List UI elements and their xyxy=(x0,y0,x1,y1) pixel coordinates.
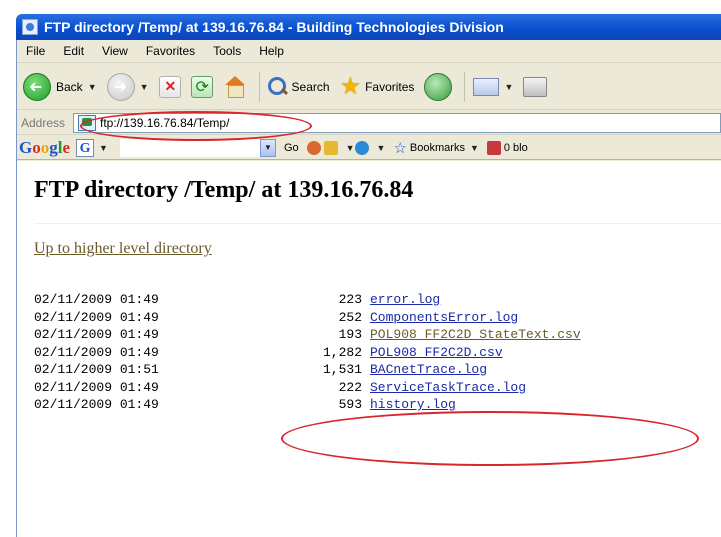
menu-bar: File Edit View Favorites Tools Help xyxy=(17,40,721,63)
popup-blocked-icon xyxy=(486,140,501,155)
back-button[interactable]: Back ▼ xyxy=(23,72,97,101)
google-bookmarks-button[interactable]: ☆ Bookmarks ▼ xyxy=(393,139,478,157)
print-icon xyxy=(523,76,548,97)
home-button[interactable] xyxy=(223,75,247,98)
spell-check-icon xyxy=(323,140,338,155)
file-date: 02/11/2009 01:49 xyxy=(34,327,159,342)
standard-toolbar: Back ▼ ▼ Search ★ Favorites xyxy=(17,64,721,110)
mail-icon xyxy=(473,77,500,96)
media-icon xyxy=(424,72,453,101)
ftp-folder-icon xyxy=(78,114,96,131)
file-size: 1,282 xyxy=(322,344,362,360)
print-button[interactable] xyxy=(523,76,548,97)
page-content: FTP directory /Temp/ at 139.16.76.84 Up … xyxy=(17,161,721,537)
file-date: 02/11/2009 01:49 xyxy=(34,397,159,412)
file-link[interactable]: ComponentsError.log xyxy=(370,309,518,327)
mail-button[interactable]: ▼ xyxy=(473,77,513,96)
window-title: FTP directory /Temp/ at 139.16.76.84 - B… xyxy=(44,19,504,35)
address-label: Address xyxy=(21,115,66,130)
menu-file[interactable]: File xyxy=(17,44,54,58)
refresh-icon xyxy=(190,75,213,98)
bookmark-star-icon: ☆ xyxy=(393,139,407,157)
back-dropdown-icon[interactable]: ▼ xyxy=(88,82,97,92)
extra-dropdown-icon[interactable]: ▼ xyxy=(346,143,355,153)
forward-button[interactable]: ▼ xyxy=(106,72,149,101)
forward-dropdown-icon[interactable]: ▼ xyxy=(140,82,149,92)
menu-favorites[interactable]: Favorites xyxy=(137,44,204,58)
file-listing: 02/11/2009 01:49 223 error.log 02/11/2009 0… xyxy=(34,291,721,414)
bookmarks-dropdown-icon: ▼ xyxy=(469,142,479,153)
media-button[interactable] xyxy=(424,72,453,101)
file-row: 02/11/2009 01:49 252 ComponentsError.log xyxy=(34,309,721,327)
file-size: 222 xyxy=(338,379,362,395)
page-title: FTP directory /Temp/ at 139.16.76.84 xyxy=(34,177,414,203)
popup-blocker-button[interactable]: 0 blo xyxy=(486,140,528,155)
menu-edit[interactable]: Edit xyxy=(54,44,93,58)
file-row: 02/11/2009 01:49 593 history.log xyxy=(34,396,721,414)
google-go-button[interactable]: Go xyxy=(284,142,299,154)
back-label: Back xyxy=(56,79,83,94)
stop-button[interactable] xyxy=(158,75,181,98)
up-directory-link[interactable]: Up to higher level directory xyxy=(34,240,212,258)
google-search-dropdown-icon[interactable]: ▼ xyxy=(259,138,276,157)
mail-dropdown-icon[interactable]: ▼ xyxy=(504,82,513,92)
toolbar-separator xyxy=(464,71,466,102)
google-toolbar: Google G ▼ ▼ Go ▼ ▼ ☆ Bookmarks ▼ 0 blo xyxy=(17,136,721,160)
file-link[interactable]: POL908_FF2C2D_StateText.csv xyxy=(370,326,581,344)
favorites-label: Favorites xyxy=(365,79,415,94)
browser-frame: File Edit View Favorites Tools Help Back… xyxy=(16,40,721,537)
search-label: Search xyxy=(291,79,330,94)
file-size: 1,531 xyxy=(322,362,362,377)
address-bar: Address ftp://139.16.76.84/Temp/ xyxy=(17,111,721,135)
file-date: 02/11/2009 01:49 xyxy=(34,379,159,395)
file-link[interactable]: history.log xyxy=(370,396,456,414)
favorites-star-icon: ★ xyxy=(339,72,362,100)
window-titlebar: FTP directory /Temp/ at 139.16.76.84 - B… xyxy=(16,14,721,40)
refresh-button[interactable] xyxy=(190,75,213,98)
file-row: 02/11/2009 01:49 193 POL908_FF2C2D_StateTe… xyxy=(34,326,721,344)
file-row: 02/11/2009 01:49 223 error.log xyxy=(34,291,721,309)
file-link[interactable]: BACnetTrace.log xyxy=(370,361,487,379)
file-link[interactable]: POL908_FF2C2D.csv xyxy=(370,344,503,362)
favorites-button[interactable]: ★ Favorites xyxy=(339,72,415,100)
menu-tools[interactable]: Tools xyxy=(204,44,250,58)
file-date: 02/11/2009 01:49 xyxy=(34,309,159,325)
pagerank-icon xyxy=(306,140,321,155)
search-icon xyxy=(267,76,288,97)
stop-icon xyxy=(158,75,181,98)
home-icon xyxy=(223,75,247,98)
ie-page-icon xyxy=(22,19,38,35)
google-logo[interactable]: Google xyxy=(17,138,70,158)
file-link[interactable]: ServiceTaskTrace.log xyxy=(370,379,526,397)
google-search-input[interactable] xyxy=(119,138,260,157)
file-size: 593 xyxy=(338,397,362,412)
back-arrow-icon xyxy=(23,72,51,101)
search-button[interactable]: Search xyxy=(267,76,330,97)
google-menu-dropdown-icon[interactable]: ▼ xyxy=(99,143,108,153)
file-date: 02/11/2009 01:49 xyxy=(34,344,159,360)
chat-icon xyxy=(354,140,369,155)
file-link[interactable]: error.log xyxy=(370,291,440,309)
file-row: 02/11/2009 01:51 1,531 BACnetTrace.log xyxy=(34,361,721,379)
horizontal-rule xyxy=(34,223,721,224)
file-row: 02/11/2009 01:49 1,282 POL908_FF2C2D.csv xyxy=(34,344,721,362)
file-size: 193 xyxy=(338,327,362,342)
file-size: 223 xyxy=(338,292,362,307)
toolbar-separator xyxy=(258,71,260,102)
file-date: 02/11/2009 01:49 xyxy=(34,292,159,307)
file-row: 02/11/2009 01:49 222 ServiceTaskTrace.log xyxy=(34,379,721,397)
menu-view[interactable]: View xyxy=(93,44,137,58)
address-input[interactable]: ftp://139.16.76.84/Temp/ xyxy=(73,112,721,133)
address-url: ftp://139.16.76.84/Temp/ xyxy=(100,115,230,130)
google-menu-button[interactable]: G xyxy=(76,138,95,157)
file-date: 02/11/2009 01:51 xyxy=(34,362,159,377)
chat-dropdown-icon[interactable]: ▼ xyxy=(377,143,386,153)
forward-arrow-icon xyxy=(106,72,135,101)
menu-help[interactable]: Help xyxy=(250,44,293,58)
file-size: 252 xyxy=(338,309,362,325)
google-extra-buttons[interactable]: ▼ ▼ xyxy=(306,140,386,155)
